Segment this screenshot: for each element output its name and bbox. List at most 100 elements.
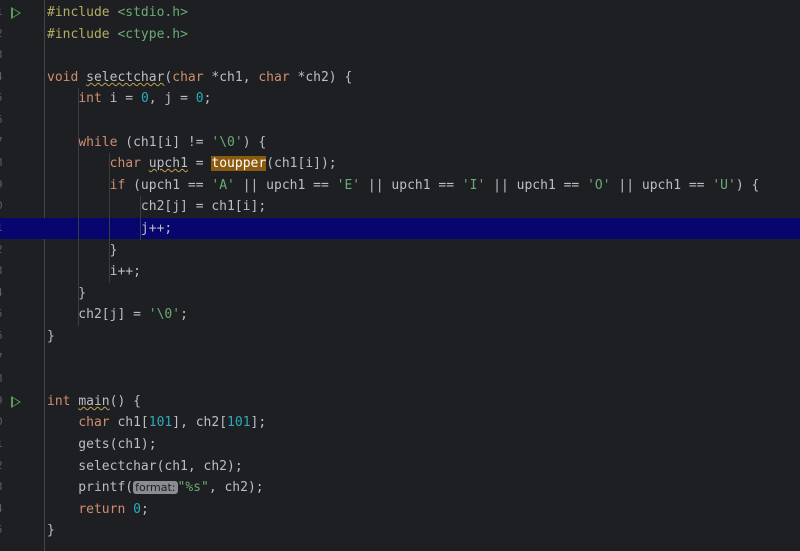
line-number: 7 [0,135,3,148]
code-token: selectchar [86,69,165,85]
code-text: #include <stdio.h> [47,4,188,21]
code-token: ; [140,501,149,517]
code-line[interactable]: 5 int i = 0, j = 0; [0,88,800,109]
code-token: 'A' [211,177,235,193]
code-text: void selectchar(char *ch1, char *ch2) { [47,69,352,86]
code-line[interactable]: 6 [0,110,800,131]
code-token: *ch2) { [297,69,353,85]
code-token: 'U' [712,177,736,193]
code-token: "%s" [177,480,209,496]
code-line[interactable]: 4 } [0,283,800,304]
run-gutter-icon[interactable] [11,395,21,408]
code-line[interactable]: 9 if (upch1 == 'A' || upch1 == 'E' || up… [0,175,800,196]
code-token: || upch1 == [610,177,713,193]
code-token: || upch1 == [485,177,588,193]
line-number: 1 [0,437,3,450]
code-line[interactable]: 5 ch2[j] = '\0'; [0,304,800,325]
code-line[interactable]: 3 printf(format:"%s", ch2); [0,477,800,498]
line-number: 6 [0,329,3,342]
code-token: 0 [133,501,141,517]
code-line[interactable]: 3 [0,45,800,66]
code-text: i++; [47,263,141,280]
code-token: int [78,91,110,107]
code-text: gets(ch1); [47,436,156,453]
line-number: 1 [0,221,3,234]
code-line[interactable]: 0 ch2[j] = ch1[i]; [0,196,800,217]
line-number: 2 [0,459,3,472]
line-number: 8 [0,372,3,385]
code-line[interactable]: 9 int main() { [0,391,800,412]
code-line[interactable]: 1 j++; [0,218,800,239]
line-number: 5 [0,91,3,104]
line-number: 6 [0,113,3,126]
code-line[interactable]: 6} [0,326,800,347]
code-token: #include [47,5,118,20]
code-text: } [47,285,86,302]
line-number: 4 [0,286,3,299]
code-line[interactable]: 2 selectchar(ch1, ch2); [0,456,800,477]
code-line[interactable]: 7 while (ch1[i] != '\0') { [0,132,800,153]
indent-guide [140,196,142,240]
code-text: } [47,242,118,259]
code-token: void [47,69,87,85]
code-text: selectchar(ch1, ch2); [47,458,242,475]
indent-guide [109,153,111,283]
code-line[interactable]: 2 #include <ctype.h> [0,24,800,45]
line-number: 7 [0,351,3,364]
code-line[interactable]: 1 #include <stdio.h> [0,2,800,23]
code-text: #include <ctype.h> [47,26,188,43]
code-token: ch2[j] = [47,307,149,323]
run-gutter-icon[interactable] [11,7,21,19]
parameter-hint: format: [133,481,178,495]
code-line[interactable]: 0 char ch1[101], ch2[101]; [0,412,800,433]
code-text: ch2[j] = '\0'; [47,306,188,323]
code-token: 'I' [461,177,486,193]
code-token: (upch1 == [133,177,212,193]
code-text: if (upch1 == 'A' || upch1 == 'E' || upch… [47,177,760,194]
code-token: while [78,134,126,150]
code-token: 101 [227,415,251,431]
code-line[interactable]: 8 [0,369,800,390]
line-number: 3 [0,48,3,61]
code-text: int i = 0, j = 0; [47,90,211,107]
code-line[interactable]: 2 } [0,240,800,261]
code-token: || upch1 == [234,177,337,193]
code-token: toupper [211,156,267,172]
code-text: char upch1 = toupper(ch1[i]); [47,155,337,172]
code-line[interactable]: 4 return 0; [0,499,800,520]
line-number: 5 [0,523,3,536]
code-line[interactable]: 3 i++; [0,261,800,282]
code-token: main [78,393,110,409]
code-line[interactable]: 1 gets(ch1); [0,434,800,455]
code-token: } [47,329,55,344]
code-line[interactable]: 7 [0,348,800,369]
line-number: 9 [0,394,3,407]
code-line[interactable]: 8 char upch1 = toupper(ch1[i]); [0,153,800,174]
code-token: return [78,501,134,517]
code-text: char ch1[101], ch2[101]; [47,414,266,431]
code-token: i = [109,91,141,107]
code-token: char [109,156,149,172]
code-token: '\0' [211,134,243,150]
code-token: <stdio.h> [117,5,188,20]
code-token: 101 [148,415,173,431]
code-text: } [47,328,55,345]
code-token: , ch2); [208,480,264,496]
code-token: 'O' [587,177,611,193]
code-line[interactable]: 5} [0,520,800,541]
code-token: char [258,69,298,85]
line-number: 4 [0,70,3,83]
code-text: return 0; [47,501,149,518]
line-number: 3 [0,480,3,493]
code-token: *ch1, [211,69,259,85]
code-line[interactable]: 4 void selectchar(char *ch1, char *ch2) { [0,67,800,88]
code-text: printf(format: "%s", ch2); [47,479,264,496]
line-number: 0 [0,199,3,212]
code-token: = [187,156,212,172]
line-number: 2 [0,27,3,40]
code-editor[interactable]: 1 #include <stdio.h> 2 #include <ctype.h> 3 4… [0,0,800,551]
